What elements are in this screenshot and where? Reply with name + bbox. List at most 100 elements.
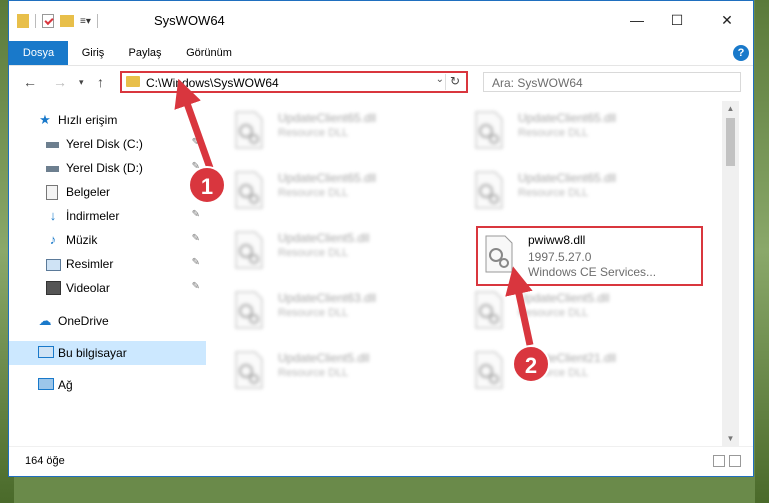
folder-icon (17, 14, 29, 28)
music-icon: ♪ (49, 232, 57, 247)
item-count: 164 öğe (25, 455, 65, 467)
file-name: UpdateClient5.dll (278, 351, 370, 365)
dll-file-icon (235, 231, 263, 269)
up-arrow-icon[interactable]: ↑ (97, 74, 104, 90)
network-icon (38, 378, 54, 392)
file-name: UpdateClient5.dll (278, 231, 370, 245)
cloud-icon: ☁ (38, 313, 52, 328)
address-path[interactable]: C:\Windows\SysWOW64 (146, 76, 279, 90)
pin-icon: ✎ (191, 257, 200, 268)
file-list: UpdateClient65.dll Resource DLL UpdateCl… (206, 101, 722, 446)
dll-file-icon (235, 291, 263, 329)
address-bar[interactable]: C:\Windows\SysWOW64 ⌄ ↻ (120, 71, 468, 93)
maximize-button[interactable]: ☐ (657, 9, 697, 31)
dll-file-icon (475, 291, 503, 329)
vertical-scrollbar[interactable]: ▲ ▼ (722, 101, 739, 446)
list-item[interactable]: UpdateClient65.dll Resource DLL (206, 165, 436, 213)
new-folder-icon[interactable] (60, 15, 74, 27)
pin-icon: ✎ (191, 137, 200, 148)
view-buttons (713, 455, 741, 467)
properties-icon[interactable] (42, 14, 54, 28)
list-item[interactable]: UpdateClient5.dll Resource DLL (446, 285, 676, 333)
video-icon (46, 281, 61, 295)
search-input[interactable]: Ara: SysWOW64 (483, 72, 741, 92)
file-name: UpdateClient5.dll (518, 291, 610, 305)
sidebar-item-local-disk-c[interactable]: Yerel Disk (C:) ✎ (9, 132, 206, 156)
drive-icon (46, 161, 60, 175)
sidebar-item-label: Resimler (66, 257, 114, 271)
sidebar-item-label: Hızlı erişim (58, 113, 118, 127)
sidebar-item-label: Belgeler (66, 185, 111, 199)
tab-view[interactable]: Görünüm (177, 41, 241, 65)
drive-icon (46, 137, 60, 151)
sidebar-item-label: Bu bilgisayar (58, 346, 127, 360)
file-version: 1997.5.27.0 (528, 250, 592, 264)
file-name: UpdateClient63.dll (278, 291, 377, 305)
dll-file-icon (235, 111, 263, 149)
folder-icon (126, 76, 140, 87)
file-name: UpdateClient65.dll (278, 111, 377, 125)
file-type: Resource DLL (278, 367, 349, 379)
list-item[interactable]: UpdateClient65.dll Resource DLL (446, 165, 676, 213)
separator (96, 14, 98, 28)
sidebar-item-onedrive[interactable]: ☁ OneDrive (9, 309, 206, 333)
back-arrow-icon[interactable]: ← (23, 74, 37, 90)
explorer-window: ≡▾ SysWOW64 — ☐ ✕ Dosya Giriş Paylaş Gör… (8, 0, 754, 477)
sidebar-item-label: OneDrive (58, 314, 109, 328)
help-icon[interactable]: ? (733, 45, 749, 61)
chevron-down-icon[interactable]: ⌄ (436, 74, 444, 85)
sidebar-item-label: Yerel Disk (C:) (66, 137, 143, 151)
file-type: Resource DLL (278, 307, 349, 319)
dll-file-icon (475, 171, 503, 209)
status-bar: 164 öğe (9, 446, 753, 476)
list-item[interactable]: UpdateClient65.dll Resource DLL (446, 105, 676, 153)
sidebar-item-documents[interactable]: Belgeler ✎ (9, 180, 206, 204)
list-item[interactable]: UpdateClient5.dll Resource DLL (206, 225, 436, 273)
file-name: UpdateClient65.dll (278, 171, 377, 185)
title-bar: ≡▾ SysWOW64 — ☐ ✕ (9, 1, 753, 41)
file-type: Resource DLL (518, 187, 589, 199)
pictures-icon (46, 257, 61, 271)
quick-access-toolbar: ≡▾ (17, 14, 98, 28)
sidebar-item-label: Müzik (66, 233, 98, 247)
navigation-bar: ← → ▾ ↑ C:\Windows\SysWOW64 ⌄ ↻ Ara: Sys… (9, 65, 753, 101)
window-title: SysWOW64 (154, 13, 225, 28)
sidebar-item-this-pc[interactable]: Bu bilgisayar (9, 341, 206, 365)
sidebar-item-local-disk-d[interactable]: Yerel Disk (D:) ✎ (9, 156, 206, 180)
sidebar-item-music[interactable]: ♪ Müzik ✎ (9, 228, 206, 252)
list-item[interactable]: UpdateClient5.dll Resource DLL (206, 345, 436, 393)
list-item[interactable]: UpdateClient65.dll Resource DLL (206, 105, 436, 153)
file-name: UpdateClient65.dll (518, 111, 617, 125)
customize-toolbar-icon[interactable]: ≡▾ (80, 16, 91, 27)
sidebar-item-quick-access[interactable]: ★ Hızlı erişim (9, 108, 206, 132)
tab-file[interactable]: Dosya (9, 41, 68, 65)
sidebar-item-pictures[interactable]: Resimler ✎ (9, 252, 206, 276)
tab-home[interactable]: Giriş (73, 41, 113, 65)
scroll-thumb[interactable] (726, 118, 735, 166)
sidebar-item-network[interactable]: Ağ (9, 373, 206, 397)
refresh-icon[interactable]: ↻ (445, 74, 464, 90)
step-2-badge: 2 (512, 345, 550, 383)
sidebar-item-label: Ağ (58, 378, 73, 392)
file-type: Resource DLL (518, 127, 589, 139)
file-name: pwiww8.dll (528, 233, 586, 247)
forward-arrow-icon[interactable]: → (53, 74, 67, 90)
highlighted-file-item[interactable]: pwiww8.dll 1997.5.27.0 Windows CE Servic… (476, 226, 703, 286)
details-view-icon[interactable] (713, 455, 725, 467)
file-type: Resource DLL (518, 307, 589, 319)
scroll-down-icon[interactable]: ▼ (722, 431, 739, 446)
pin-icon: ✎ (191, 233, 200, 244)
list-item[interactable]: UpdateClient21.dll Resource DLL (446, 345, 676, 393)
sidebar-item-downloads[interactable]: ↓ İndirmeler ✎ (9, 204, 206, 228)
pin-icon: ✎ (191, 281, 200, 292)
tab-share[interactable]: Paylaş (121, 41, 169, 65)
list-item[interactable]: UpdateClient63.dll Resource DLL (206, 285, 436, 333)
scroll-up-icon[interactable]: ▲ (722, 101, 739, 116)
recent-dropdown-icon[interactable]: ▾ (79, 77, 84, 88)
dll-file-icon (235, 351, 263, 389)
close-button[interactable]: ✕ (707, 9, 747, 31)
large-icons-view-icon[interactable] (729, 455, 741, 467)
pin-icon: ✎ (191, 209, 200, 220)
sidebar-item-videos[interactable]: Videolar ✎ (9, 276, 206, 300)
minimize-button[interactable]: — (617, 9, 657, 31)
